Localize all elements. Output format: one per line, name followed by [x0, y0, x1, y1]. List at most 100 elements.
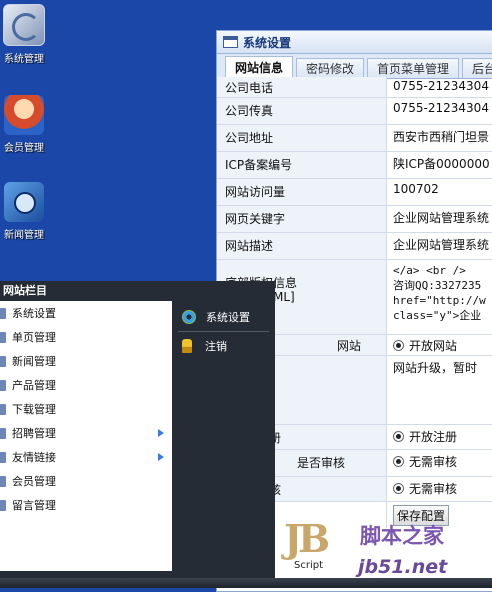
start-menu-items: 系统设置 单页管理 新闻管理 产品管理 下载管理 招聘管理 友情链接 会员管理 … [0, 301, 172, 571]
field-row: 网站描述 企业网站管理系统 [217, 233, 492, 260]
description-field[interactable]: 企业网站管理系统 [387, 233, 492, 259]
no-review-radio[interactable] [393, 483, 404, 494]
menu-item-recruit-manage[interactable]: 招聘管理 [0, 421, 172, 445]
closed-notice-textarea[interactable]: 网站升级，暂时 [387, 356, 492, 424]
menu-item-label: 系统设置 [12, 307, 56, 320]
menu-item-news-manage[interactable]: 新闻管理 [0, 349, 172, 373]
menu-item-label: 新闻管理 [12, 355, 56, 368]
side-item-logout[interactable]: 注销 [172, 332, 275, 360]
review-label: 是否审核 [297, 456, 346, 470]
submenu-arrow-icon [158, 429, 164, 437]
register-open-option[interactable]: 开放注册 [387, 425, 492, 449]
menu-item-friend-links[interactable]: 友情链接 [0, 445, 172, 469]
fax-field[interactable]: 0755-21234304 [387, 98, 492, 124]
menu-item-system-settings[interactable]: 系统设置 [0, 301, 172, 325]
menu-item-product-manage[interactable]: 产品管理 [0, 373, 172, 397]
field-row: 网页关键字 企业网站管理系统 [217, 206, 492, 233]
window-icon [223, 36, 238, 48]
tab-home-menu[interactable]: 首页菜单管理 [367, 58, 460, 78]
member-manage-icon [4, 95, 44, 135]
no-review-radio[interactable] [393, 456, 404, 467]
keywords-field[interactable]: 企业网站管理系统 [387, 206, 492, 232]
doc-icon [0, 427, 6, 439]
gear-icon [182, 310, 196, 324]
menu-item-download-manage[interactable]: 下载管理 [0, 397, 172, 421]
site-open-radio[interactable] [393, 340, 404, 351]
desktop-icon-label: 系统管理 [4, 54, 44, 65]
field-label: 公司电话 [217, 77, 387, 97]
desktop-icon-label: 会员管理 [4, 143, 44, 154]
field-row: 公司电话 0755-21234304 [217, 77, 492, 98]
copyright-textarea[interactable]: </a> <br /> 咨询QQ:3327235 href="http://w … [387, 260, 492, 334]
menu-item-label: 下载管理 [12, 403, 56, 416]
address-field[interactable]: 西安市西稍门坦景 [387, 125, 492, 151]
menu-item-label: 招聘管理 [12, 427, 56, 440]
watermark-url: jb51.net [358, 556, 448, 578]
field-row: 公司地址 西安市西稍门坦景 [217, 125, 492, 152]
field-label: ICP备案编号 [217, 152, 387, 178]
copyright-line: 咨询QQ:3327235 [393, 279, 482, 292]
field-label: 公司传真 [217, 98, 387, 124]
watermark-site-name: 脚本之家 [360, 524, 444, 548]
tab-bar: 网站信息 密码修改 首页菜单管理 后台 [217, 54, 492, 79]
window-titlebar[interactable]: 系统设置 [217, 31, 492, 54]
watermark: JB Script 脚本之家 jb51.net [280, 512, 492, 588]
doc-icon [0, 451, 6, 463]
menu-item-label: 产品管理 [12, 379, 56, 392]
key-icon [182, 339, 192, 353]
start-menu: 网站栏目 系统设置 单页管理 新闻管理 产品管理 下载管理 招聘管理 友情链接 … [0, 281, 275, 578]
menu-item-label: 单页管理 [12, 331, 56, 344]
menu-item-label: 友情链接 [12, 451, 56, 464]
desktop-icon-member[interactable]: 会员管理 [0, 95, 48, 154]
news-manage-icon [4, 182, 44, 222]
menu-item-member-manage[interactable]: 会员管理 [0, 469, 172, 493]
menu-item-label: 会员管理 [12, 475, 56, 488]
side-item-label: 注销 [205, 340, 227, 353]
site-open-option[interactable]: 开放网站 [387, 335, 492, 355]
doc-icon [0, 307, 6, 319]
no-review-option[interactable]: 无需审核 [387, 477, 492, 501]
doc-icon [0, 475, 6, 487]
start-menu-side: 系统设置 注销 [172, 301, 275, 571]
field-label: 网页关键字 [217, 206, 387, 232]
field-row: ICP备案编号 陕ICP备0000000 [217, 152, 492, 179]
icp-field[interactable]: 陕ICP备0000000 [387, 152, 492, 178]
site-open-label: 开放网站 [409, 339, 458, 353]
site-status-label: 网站 [337, 339, 362, 353]
visit-count-field[interactable]: 100702 [387, 179, 492, 205]
field-label: 公司地址 [217, 125, 387, 151]
menu-item-page-manage[interactable]: 单页管理 [0, 325, 172, 349]
no-review-option[interactable]: 无需审核 [387, 450, 492, 476]
system-manage-icon [3, 4, 45, 46]
desktop-icon-label: 新闻管理 [4, 230, 44, 241]
tab-backend[interactable]: 后台 [462, 58, 492, 78]
doc-icon [0, 499, 6, 511]
tab-site-info[interactable]: 网站信息 [225, 56, 294, 78]
register-open-label: 开放注册 [409, 430, 458, 444]
doc-icon [0, 379, 6, 391]
copyright-line: href="http://w [393, 294, 486, 307]
desktop-icon-news[interactable]: 新闻管理 [0, 182, 48, 241]
doc-icon [0, 331, 6, 343]
menu-item-message-manage[interactable]: 留言管理 [0, 493, 172, 517]
field-label: 网站访问量 [217, 179, 387, 205]
no-review-label: 无需审核 [409, 455, 458, 469]
register-open-radio[interactable] [393, 431, 404, 442]
copyright-line: class="y">企业 [393, 309, 482, 322]
tab-password[interactable]: 密码修改 [296, 58, 365, 78]
field-label: 网站描述 [217, 233, 387, 259]
field-row: 网站访问量 100702 [217, 179, 492, 206]
copyright-line: </a> <br /> [393, 264, 466, 277]
submenu-arrow-icon [158, 453, 164, 461]
field-row: 公司传真 0755-21234304 [217, 98, 492, 125]
start-menu-title: 网站栏目 [3, 284, 47, 297]
watermark-script: Script [294, 560, 324, 571]
watermark-logo: JB [284, 516, 330, 561]
doc-icon [0, 355, 6, 367]
desktop-icon-system[interactable]: 系统管理 [0, 4, 48, 65]
doc-icon [0, 403, 6, 415]
phone-field[interactable]: 0755-21234304 [387, 77, 492, 97]
side-item-system-settings[interactable]: 系统设置 [172, 303, 275, 331]
menu-item-label: 留言管理 [12, 499, 56, 512]
window-title: 系统设置 [243, 35, 292, 50]
